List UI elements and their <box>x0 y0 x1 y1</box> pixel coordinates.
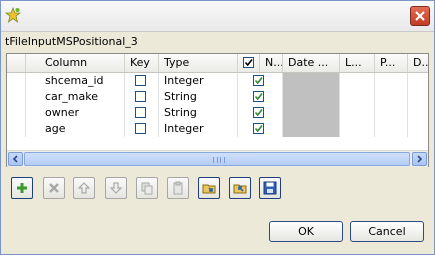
paste-icon <box>173 181 183 195</box>
header-type[interactable]: Type <box>159 54 238 72</box>
nullable-cell[interactable] <box>238 73 283 89</box>
ok-button[interactable]: OK <box>269 221 343 242</box>
header-row-selector <box>7 54 26 72</box>
table-row[interactable]: age Integer <box>7 121 428 137</box>
move-up-icon <box>77 182 91 194</box>
row-selector[interactable] <box>7 121 26 137</box>
copy-button[interactable] <box>136 177 158 199</box>
type-cell[interactable]: Integer <box>159 121 238 137</box>
table-row[interactable]: owner String <box>7 105 428 121</box>
key-cell[interactable] <box>125 73 159 89</box>
table-header: Column Key Type N... Date ... L... P... … <box>7 54 428 73</box>
export-schema-button[interactable] <box>229 177 251 199</box>
chevron-left-icon <box>12 155 18 163</box>
add-row-button[interactable] <box>11 177 33 199</box>
nullable-cell[interactable] <box>238 105 283 121</box>
remove-row-button[interactable] <box>43 177 65 199</box>
move-up-button[interactable] <box>73 177 95 199</box>
copy-icon <box>141 182 153 195</box>
check-icon <box>244 59 253 67</box>
move-down-icon <box>109 182 123 194</box>
scroll-right-button[interactable] <box>412 152 427 166</box>
header-column[interactable]: Column <box>26 54 125 72</box>
table-row[interactable]: car_make String <box>7 89 428 105</box>
nullable-checkbox[interactable] <box>253 107 264 118</box>
date-pattern-cell <box>283 73 340 89</box>
check-icon <box>254 93 263 101</box>
import-schema-button[interactable] <box>198 177 220 199</box>
column-name-cell[interactable]: age <box>26 121 125 137</box>
add-row-icon <box>17 183 27 193</box>
cancel-button[interactable]: Cancel <box>350 221 424 242</box>
table-row[interactable]: shcema_id Integer <box>7 73 428 89</box>
schema-table[interactable]: Column Key Type N... Date ... L... P... … <box>6 53 429 167</box>
schema-dialog: tFileInputMSPositional_3 Column Key Type… <box>0 0 435 255</box>
type-cell[interactable]: String <box>159 89 238 105</box>
column-name-cell[interactable]: car_make <box>26 89 125 105</box>
length-cell[interactable] <box>340 105 375 121</box>
chevron-right-icon <box>417 155 423 163</box>
column-name-cell[interactable]: shcema_id <box>26 73 125 89</box>
close-icon <box>415 11 425 21</box>
type-cell[interactable]: String <box>159 105 238 121</box>
save-icon <box>263 181 277 195</box>
nullable-checkbox[interactable] <box>253 75 264 86</box>
row-selector[interactable] <box>7 89 26 105</box>
precision-cell[interactable] <box>375 73 408 89</box>
column-name-cell[interactable]: owner <box>26 105 125 121</box>
check-icon <box>254 125 263 133</box>
title-bar <box>1 1 434 32</box>
default-cell[interactable] <box>408 89 428 105</box>
key-checkbox[interactable] <box>135 107 146 118</box>
row-selector[interactable] <box>7 105 26 121</box>
length-cell[interactable] <box>340 73 375 89</box>
length-cell[interactable] <box>340 121 375 137</box>
component-name: tFileInputMSPositional_3 <box>5 35 138 48</box>
scroll-left-button[interactable] <box>8 152 23 166</box>
grip-icon <box>213 157 225 163</box>
default-cell[interactable] <box>408 121 428 137</box>
row-selector[interactable] <box>7 73 26 89</box>
header-nullable[interactable]: N... <box>260 54 283 72</box>
move-down-button[interactable] <box>105 177 127 199</box>
date-pattern-cell <box>283 121 340 137</box>
scroll-thumb[interactable] <box>24 152 410 166</box>
default-cell[interactable] <box>408 73 428 89</box>
precision-cell[interactable] <box>375 105 408 121</box>
save-schema-button[interactable] <box>259 177 281 199</box>
key-cell[interactable] <box>125 105 159 121</box>
key-cell[interactable] <box>125 89 159 105</box>
precision-cell[interactable] <box>375 121 408 137</box>
nullable-cell[interactable] <box>238 121 283 137</box>
header-length[interactable]: L... <box>340 54 375 72</box>
key-cell[interactable] <box>125 121 159 137</box>
nullable-cell[interactable] <box>238 89 283 105</box>
header-key[interactable]: Key <box>125 54 159 72</box>
import-schema-icon <box>202 184 216 194</box>
check-all-checkbox[interactable] <box>243 57 254 68</box>
header-date-pattern[interactable]: Date ... <box>283 54 340 72</box>
date-pattern-cell <box>283 105 340 121</box>
precision-cell[interactable] <box>375 89 408 105</box>
header-default[interactable]: D... <box>408 54 428 72</box>
length-cell[interactable] <box>340 89 375 105</box>
default-cell[interactable] <box>408 105 428 121</box>
horizontal-scrollbar[interactable] <box>7 150 428 167</box>
key-checkbox[interactable] <box>135 123 146 134</box>
nullable-checkbox[interactable] <box>253 123 264 134</box>
paste-button[interactable] <box>167 177 189 199</box>
key-checkbox[interactable] <box>135 75 146 86</box>
header-precision[interactable]: P... <box>375 54 408 72</box>
nullable-checkbox[interactable] <box>253 91 264 102</box>
close-button[interactable] <box>410 6 430 26</box>
header-nullable-checkall[interactable] <box>238 54 260 72</box>
export-schema-icon <box>233 184 247 194</box>
remove-row-icon <box>49 183 59 193</box>
check-icon <box>254 77 263 85</box>
key-checkbox[interactable] <box>135 91 146 102</box>
type-cell[interactable]: Integer <box>159 73 238 89</box>
talend-star-icon <box>5 7 21 23</box>
check-icon <box>254 109 263 117</box>
date-pattern-cell <box>283 89 340 105</box>
